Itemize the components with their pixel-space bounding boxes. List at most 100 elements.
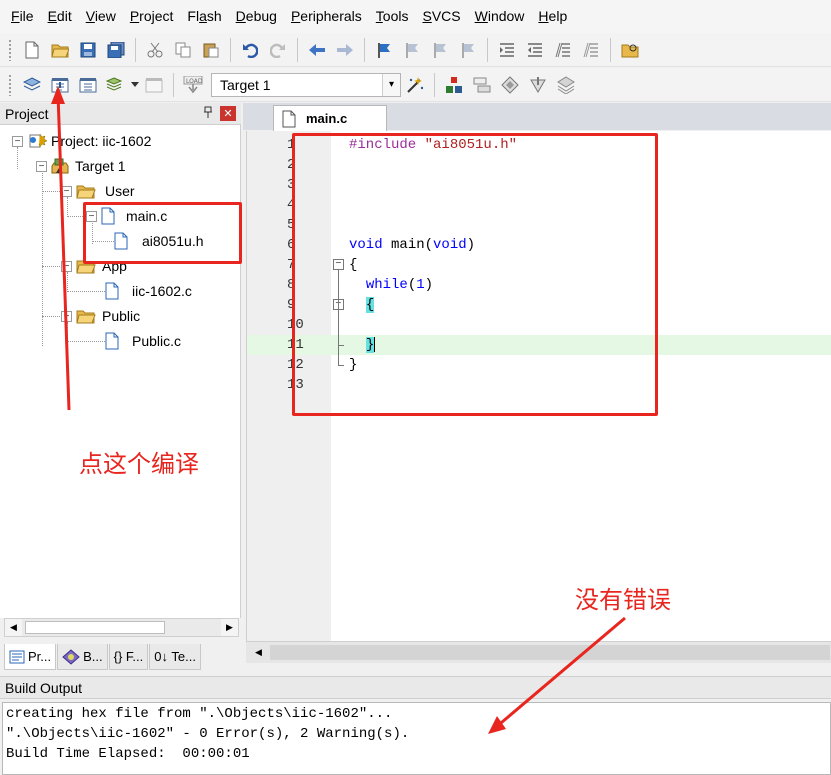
close-icon[interactable]: ✕ — [220, 106, 236, 121]
toolbar-separator — [297, 37, 298, 62]
batch-build-icon[interactable] — [105, 74, 127, 96]
navigate-forward-icon[interactable] — [334, 39, 356, 61]
menu-svcs[interactable]: SVCS — [415, 0, 467, 33]
find-in-files-icon[interactable] — [619, 39, 641, 61]
folder-icon — [76, 185, 96, 199]
group-public-label: Public — [102, 308, 141, 324]
menu-debug[interactable]: Debug — [229, 0, 284, 33]
standard-toolbar — [0, 33, 831, 67]
tab-functions-label: {} F... — [113, 649, 144, 664]
target-icon — [51, 158, 69, 174]
toolbar-grip[interactable] — [8, 38, 12, 61]
folder-icon — [76, 310, 96, 324]
collapse-icon[interactable]: − — [61, 260, 72, 272]
tab-functions[interactable]: {} F... — [108, 644, 149, 670]
collapse-icon[interactable]: − — [61, 185, 72, 197]
menu-flash[interactable]: Flash — [180, 0, 228, 33]
tree-file-public[interactable]: Public.c — [105, 330, 181, 352]
toolbar-separator — [230, 37, 231, 62]
select-packs-icon[interactable] — [471, 74, 493, 96]
software-packs-icon[interactable] — [555, 74, 577, 96]
menu-help[interactable]: Help — [531, 0, 574, 33]
annotation-no-error: 没有错误 — [575, 586, 671, 614]
redo-icon[interactable] — [267, 39, 289, 61]
build-output-line: ".\Objects\iic-1602" - 0 Error(s), 2 War… — [6, 726, 410, 742]
chevron-down-icon[interactable]: ▾ — [382, 73, 400, 96]
indent-icon[interactable] — [496, 39, 518, 61]
download-icon[interactable]: LOAD — [182, 74, 204, 96]
cut-icon[interactable] — [144, 39, 166, 61]
batch-dropdown-icon[interactable] — [130, 74, 140, 96]
tab-project[interactable]: Pr... — [4, 644, 57, 670]
file-iic-label: iic-1602.c — [132, 283, 192, 299]
save-all-icon[interactable] — [105, 39, 127, 61]
tree-target[interactable]: − Target 1 — [36, 155, 126, 177]
menu-tools[interactable]: Tools — [369, 0, 416, 33]
scroll-right-icon[interactable]: ▶ — [221, 619, 238, 636]
uncomment-icon[interactable] — [580, 39, 602, 61]
tab-templates-label: 0↓ Te... — [154, 649, 196, 664]
tree-file-iic[interactable]: iic-1602.c — [105, 280, 192, 302]
bookmark-icon[interactable] — [373, 39, 395, 61]
collapse-icon[interactable]: − — [12, 135, 23, 147]
undo-icon[interactable] — [239, 39, 261, 61]
menu-peripherals[interactable]: Peripherals — [284, 0, 369, 33]
comment-icon[interactable] — [552, 39, 574, 61]
scroll-left-icon[interactable]: ◀ — [5, 619, 22, 636]
project-tree: − Project: iic-1602 − Target 1 − User − … — [0, 125, 241, 618]
menu-file[interactable]: File — [4, 0, 41, 33]
toolbar-grip[interactable] — [8, 73, 12, 96]
file-icon — [105, 282, 119, 300]
manage-project-items-icon[interactable] — [443, 74, 465, 96]
collapse-icon[interactable]: − — [61, 310, 72, 322]
tab-main-c-label: main.c — [306, 111, 348, 126]
paste-icon[interactable] — [200, 39, 222, 61]
save-icon[interactable] — [77, 39, 99, 61]
tree-group-public[interactable]: − Public — [61, 305, 140, 327]
open-folder-icon[interactable] — [49, 39, 71, 61]
highlight-box-code — [292, 133, 658, 416]
target-select[interactable]: Target 1 ▾ — [211, 72, 401, 97]
tab-books[interactable]: B... — [57, 644, 108, 670]
tab-templates[interactable]: 0↓ Te... — [149, 644, 201, 670]
options-for-target-icon[interactable] — [404, 74, 426, 96]
menu-edit[interactable]: Edit — [41, 0, 79, 33]
bookmark-next-icon[interactable] — [429, 39, 451, 61]
rebuild-icon[interactable] — [77, 74, 99, 96]
pin-icon[interactable] — [203, 106, 213, 121]
project-hscrollbar[interactable]: ◀ ▶ — [4, 618, 239, 637]
file-icon — [105, 332, 119, 350]
tab-main-c[interactable]: main.c — [273, 105, 387, 131]
editor-tab-strip: main.c — [243, 103, 831, 131]
toolbar-separator — [610, 37, 611, 62]
build-output-header: Build Output — [0, 676, 831, 699]
toolbar-separator — [173, 72, 174, 97]
navigate-back-icon[interactable] — [306, 39, 328, 61]
stop-build-icon[interactable] — [143, 74, 165, 96]
toolbar-separator — [135, 37, 136, 62]
toolbar-separator — [364, 37, 365, 62]
copy-icon[interactable] — [172, 39, 194, 61]
bookmark-clear-icon[interactable] — [457, 39, 479, 61]
manage-run-time-icon[interactable] — [499, 74, 521, 96]
unindent-icon[interactable] — [524, 39, 546, 61]
tree-group-user[interactable]: − User — [61, 180, 135, 202]
tree-project-root[interactable]: − Project: iic-1602 — [12, 130, 151, 152]
scroll-left-icon[interactable]: ◀ — [250, 644, 267, 661]
collapse-icon[interactable]: − — [36, 160, 47, 172]
bookmark-prev-icon[interactable] — [401, 39, 423, 61]
project-icon — [29, 133, 48, 148]
menu-bar: File Edit View Project Flash Debug Perip… — [0, 0, 831, 33]
translate-icon[interactable] — [21, 74, 43, 96]
scroll-track[interactable] — [270, 645, 830, 660]
build-output-log[interactable]: creating hex file from ".\Objects\iic-16… — [2, 702, 831, 775]
pack-installer-icon[interactable] — [527, 74, 549, 96]
editor-hscrollbar[interactable]: ◀ — [246, 641, 831, 663]
build-icon[interactable] — [49, 74, 71, 96]
build-output-line: Build Time Elapsed: 00:00:01 — [6, 746, 250, 762]
scroll-thumb[interactable] — [25, 621, 165, 634]
menu-view[interactable]: View — [79, 0, 123, 33]
menu-window[interactable]: Window — [468, 0, 532, 33]
menu-project[interactable]: Project — [123, 0, 181, 33]
new-file-icon[interactable] — [21, 39, 43, 61]
